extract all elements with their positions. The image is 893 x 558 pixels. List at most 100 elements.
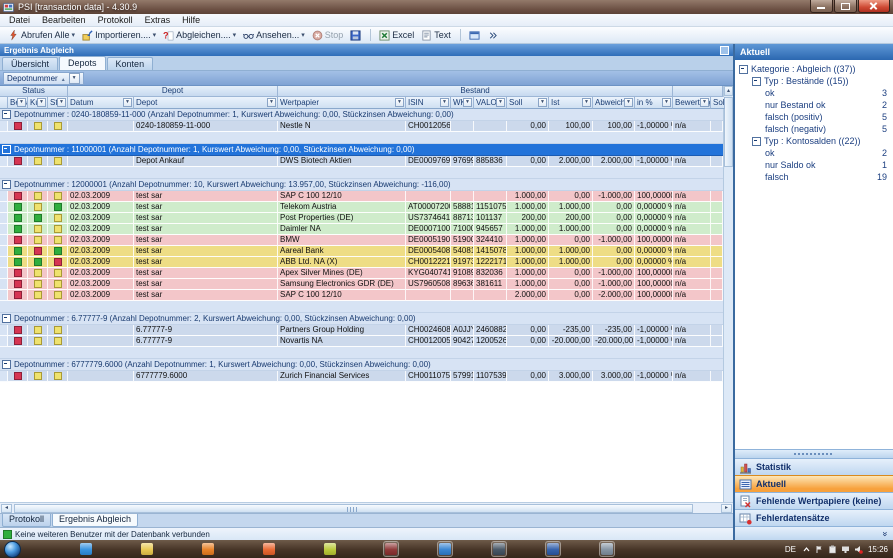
sidebar-button-statistik[interactable]: Statistik bbox=[735, 458, 893, 475]
group-header-row[interactable]: Depotnummer : 12000001 (Anzahl Depotnumm… bbox=[0, 179, 723, 191]
horizontal-scroll-thumb[interactable] bbox=[14, 504, 693, 513]
horizontal-scrollbar[interactable] bbox=[0, 502, 733, 513]
sidebar-splitter[interactable] bbox=[735, 449, 893, 458]
volume-icon[interactable] bbox=[854, 545, 863, 554]
column-header-st[interactable]: St bbox=[48, 97, 68, 109]
column-header-besta[interactable]: Besta bbox=[8, 97, 28, 109]
tree-item-kategorie-abgleich-37[interactable]: Kategorie : Abgleich ((37)) bbox=[735, 63, 893, 75]
toolbar-button-window-icon[interactable] bbox=[466, 29, 483, 42]
language-indicator[interactable]: DE bbox=[784, 545, 797, 554]
column-header-wertpapier[interactable]: Wertpapier bbox=[278, 97, 406, 109]
table-row[interactable]: 02.03.2009test sarAareal BankDE000540811… bbox=[0, 246, 723, 257]
sidebar-button-fehlende-wertpapiere-keine[interactable]: Fehlende Wertpapiere (keine) bbox=[735, 492, 893, 509]
close-button[interactable] bbox=[858, 0, 890, 13]
collapse-icon[interactable] bbox=[752, 137, 761, 146]
tree-item-falsch[interactable]: falsch19 bbox=[735, 171, 893, 183]
group-header-row[interactable]: Depotnummer : 6.77777-9 (Anzahl Depotnum… bbox=[0, 313, 723, 325]
horizontal-scroll-track[interactable] bbox=[13, 504, 720, 513]
column-header-depot[interactable]: Depot bbox=[134, 97, 278, 109]
toolbar-button-ansehen[interactable]: Ansehen... bbox=[240, 29, 308, 42]
group-header-row[interactable]: Depotnummer : 11000001 (Anzahl Depotnumm… bbox=[0, 144, 723, 156]
table-row[interactable]: 02.03.2009test sarApex Silver Mines (DE)… bbox=[0, 268, 723, 279]
table-row[interactable]: 0240-180859-11-000Nestle NCH00120560470,… bbox=[0, 121, 723, 132]
scroll-left-arrow[interactable] bbox=[1, 504, 12, 513]
column-header-wkn[interactable]: WKN bbox=[451, 97, 474, 109]
collapse-icon[interactable] bbox=[739, 65, 748, 74]
filter-dropdown-icon[interactable] bbox=[662, 98, 671, 107]
app-window-icon[interactable] bbox=[384, 542, 398, 556]
menu-item-hilfe[interactable]: Hilfe bbox=[176, 15, 206, 25]
column-header-in-%[interactable]: in % bbox=[635, 97, 673, 109]
tool-icon[interactable] bbox=[600, 542, 614, 556]
toolbar-button-text[interactable]: Text bbox=[418, 29, 454, 42]
table-row[interactable]: Depot AnkaufDWS Biotech AktienDE00097699… bbox=[0, 156, 723, 167]
bottom-tab-ergebnis-abgleich[interactable]: Ergebnis Abgleich bbox=[52, 514, 138, 527]
filter-dropdown-icon[interactable] bbox=[37, 98, 46, 107]
scroll-up-arrow[interactable] bbox=[724, 86, 733, 96]
tree-item-nur-bestand-ok[interactable]: nur Bestand ok2 bbox=[735, 99, 893, 111]
firefox-icon[interactable] bbox=[262, 542, 276, 556]
menu-item-protokoll[interactable]: Protokoll bbox=[92, 15, 139, 25]
tree-item-typ-kontosalden-22[interactable]: Typ : Kontosalden ((22)) bbox=[735, 135, 893, 147]
collapse-icon[interactable] bbox=[752, 77, 761, 86]
maximize-button[interactable] bbox=[834, 0, 857, 13]
sidebar-button-aktuell[interactable]: Aktuell bbox=[735, 475, 893, 492]
vertical-scrollbar[interactable] bbox=[723, 86, 733, 502]
menu-item-extras[interactable]: Extras bbox=[139, 15, 177, 25]
clock[interactable]: 15:26 bbox=[868, 545, 888, 554]
vertical-scroll-thumb[interactable] bbox=[724, 97, 733, 167]
table-row[interactable]: 02.03.2009test sarSAP C 100 12/102.000,0… bbox=[0, 290, 723, 301]
minimize-button[interactable] bbox=[810, 0, 833, 13]
dropdown-caret-icon[interactable] bbox=[301, 31, 305, 39]
toolbar-button-overflow-icon[interactable] bbox=[484, 29, 501, 42]
toolbar-button-abrufen-alle[interactable]: Abrufen Alle bbox=[5, 29, 78, 42]
tree-item-falsch-negativ[interactable]: falsch (negativ)5 bbox=[735, 123, 893, 135]
sidebar-button-fehlerdatensätze[interactable]: Fehlerdatensätze bbox=[735, 509, 893, 526]
table-row[interactable]: 02.03.2009test sarABB Ltd. NA (X)CH00122… bbox=[0, 257, 723, 268]
toolbar-button-importieren[interactable]: Importieren.... bbox=[79, 29, 159, 42]
media-player-icon[interactable] bbox=[201, 542, 215, 556]
folder-icon[interactable] bbox=[140, 542, 154, 556]
tree-item-ok[interactable]: ok2 bbox=[735, 147, 893, 159]
tab-depots[interactable]: Depots bbox=[59, 56, 106, 70]
filter-dropdown-icon[interactable] bbox=[538, 98, 547, 107]
start-button[interactable] bbox=[4, 541, 21, 558]
collapse-icon[interactable] bbox=[2, 314, 11, 323]
panel-pin-icon[interactable] bbox=[720, 46, 729, 55]
bottom-tab-protokoll[interactable]: Protokoll bbox=[2, 514, 51, 527]
dropdown-caret-icon[interactable] bbox=[153, 31, 157, 39]
word-icon[interactable] bbox=[546, 542, 560, 556]
menu-item-datei[interactable]: Datei bbox=[3, 15, 36, 25]
table-row[interactable]: 02.03.2009test sarSAP C 100 12/101.000,0… bbox=[0, 191, 723, 202]
column-header-bewertungs[interactable]: Bewertungs bbox=[673, 97, 711, 109]
filter-dropdown-icon[interactable] bbox=[17, 98, 26, 107]
column-header-abweich[interactable]: Abweich bbox=[593, 97, 635, 109]
column-header-ku[interactable]: Ku bbox=[28, 97, 48, 109]
dropdown-caret-icon[interactable] bbox=[233, 31, 237, 39]
scroll-right-arrow[interactable] bbox=[721, 504, 732, 513]
filter-dropdown-icon[interactable] bbox=[123, 98, 132, 107]
filter-dropdown-icon[interactable] bbox=[395, 98, 404, 107]
flag-icon[interactable] bbox=[815, 545, 824, 554]
filter-dropdown-icon[interactable] bbox=[267, 98, 276, 107]
column-header-isin[interactable]: ISIN bbox=[406, 97, 451, 109]
column-header-soll[interactable]: Soll bbox=[507, 97, 549, 109]
utility-icon[interactable] bbox=[323, 542, 337, 556]
dropdown-caret-icon[interactable] bbox=[72, 31, 76, 39]
network-icon[interactable] bbox=[841, 545, 850, 554]
collapse-icon[interactable] bbox=[2, 360, 11, 369]
toolbar-button-save-icon[interactable] bbox=[347, 29, 364, 42]
filter-dropdown-icon[interactable] bbox=[440, 98, 449, 107]
tree-item-typ-bestände-15[interactable]: Typ : Bestände ((15)) bbox=[735, 75, 893, 87]
group-header-row[interactable]: Depotnummer : 6777779.6000 (Anzahl Depot… bbox=[0, 359, 723, 371]
table-row[interactable]: 02.03.2009test sarBMWDE00051900035190003… bbox=[0, 235, 723, 246]
table-row[interactable]: 02.03.2009test sarPost Properties (DE)US… bbox=[0, 213, 723, 224]
tree-item-ok[interactable]: ok3 bbox=[735, 87, 893, 99]
filter-dropdown-icon[interactable] bbox=[700, 98, 709, 107]
filter-dropdown-icon[interactable] bbox=[57, 98, 66, 107]
tab-übersicht[interactable]: Übersicht bbox=[2, 57, 58, 70]
group-header-row[interactable]: Depotnummer : 0240-180859-11-000 (Anzahl… bbox=[0, 109, 723, 121]
column-header-ist[interactable]: Ist bbox=[549, 97, 593, 109]
column-header-soll-2[interactable]: Soll bbox=[711, 97, 725, 109]
toolbar-button-stop[interactable]: Stop bbox=[309, 29, 347, 42]
